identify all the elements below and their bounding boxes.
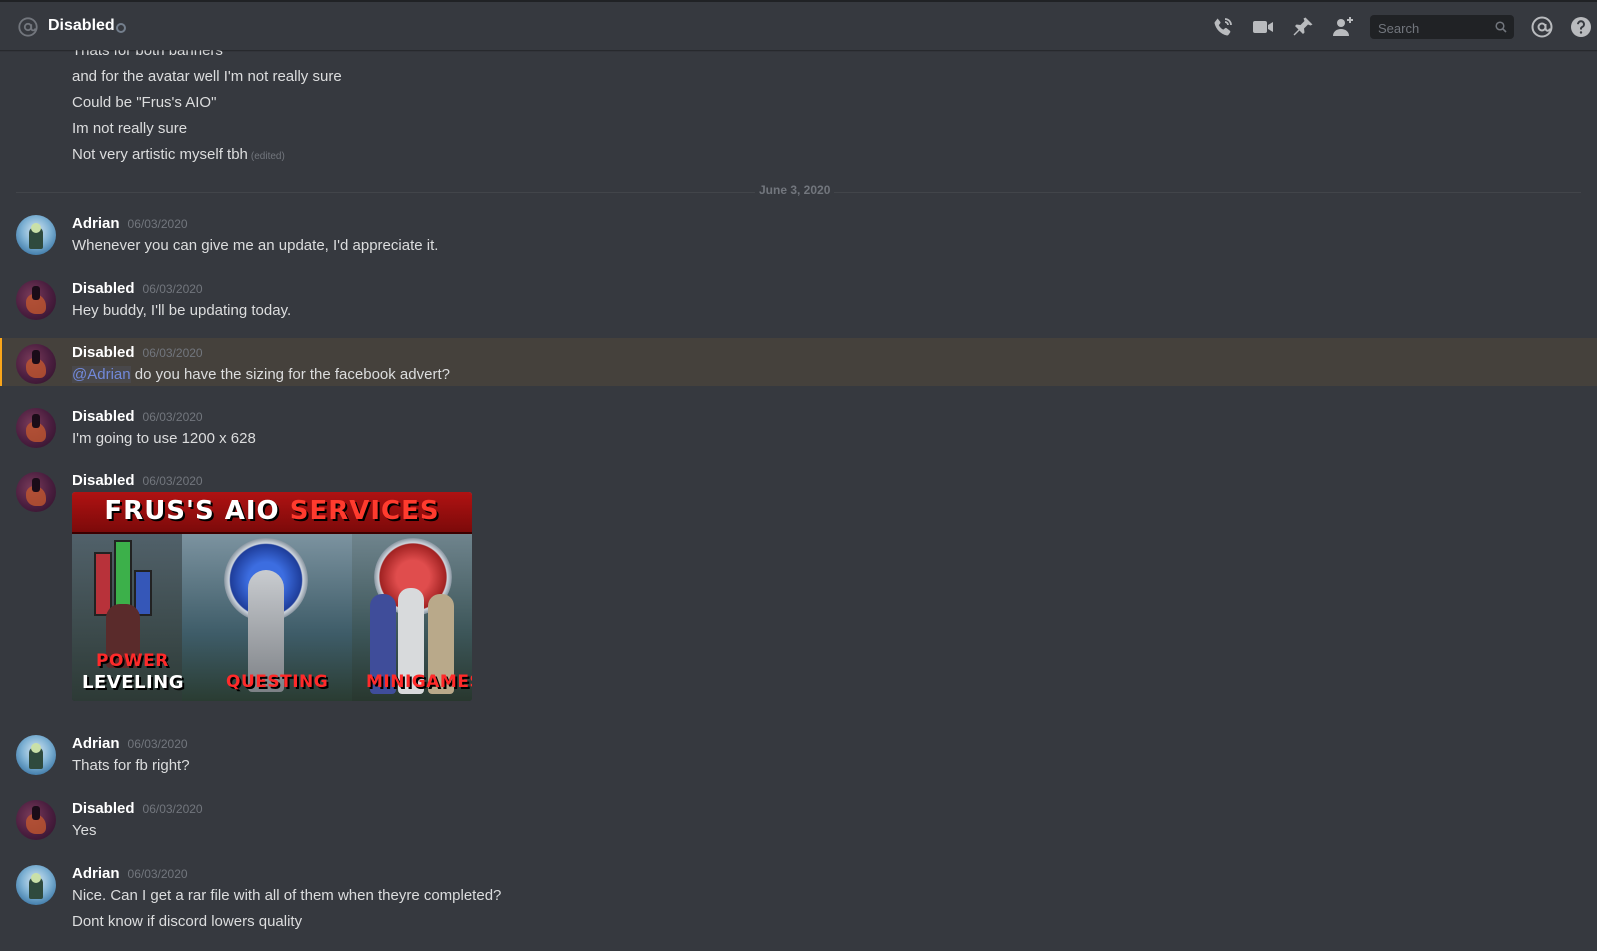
message: Disabled 06/03/2020 I'm going to use 1200…: [0, 408, 1597, 454]
edited-label: (edited): [250, 151, 285, 162]
search-icon: [1495, 21, 1507, 33]
message-list[interactable]: Thats for both banners and for the avata…: [0, 50, 1597, 951]
timestamp: 06/03/2020: [142, 410, 203, 424]
pin-icon[interactable]: [1291, 15, 1315, 39]
message-text-rest: do you have the sizing for the facebook …: [130, 366, 450, 383]
image-attachment[interactable]: FRUS'S AIO SERVICES POWER LEVELING QUEST…: [72, 492, 472, 701]
add-member-icon[interactable]: [1331, 15, 1355, 39]
offline-status-icon: [116, 23, 126, 33]
username[interactable]: Disabled: [72, 472, 135, 489]
avatar[interactable]: [16, 472, 56, 512]
mention-icon[interactable]: [1530, 15, 1554, 39]
channel-header: Disabled: [0, 0, 1597, 50]
message-line: Not very artistic myself tbh (edited): [72, 146, 285, 163]
username[interactable]: Adrian: [72, 865, 120, 882]
timestamp: 06/03/2020: [127, 867, 188, 881]
message-text: I'm going to use 1200 x 628: [72, 430, 256, 447]
message-line: Could be "Frus's AIO": [72, 94, 217, 111]
message: Adrian 06/03/2020 Thats for fb right?: [0, 735, 1597, 781]
message-text: Not very artistic myself tbh: [72, 146, 248, 163]
message-text: Nice. Can I get a rar file with all of t…: [72, 887, 502, 904]
message-text: Dont know if discord lowers quality: [72, 913, 303, 930]
timestamp: 06/03/2020: [142, 346, 203, 360]
message-text: @Adrian do you have the sizing for the f…: [72, 366, 450, 383]
channel-title: Disabled: [48, 17, 115, 34]
message-header: Adrian 06/03/2020: [72, 865, 188, 882]
help-icon[interactable]: [1569, 15, 1593, 39]
timestamp: 06/03/2020: [142, 474, 203, 488]
avatar[interactable]: [16, 865, 56, 905]
user-mention[interactable]: @Adrian: [72, 366, 131, 383]
message-header: Disabled 06/03/2020: [72, 472, 203, 489]
questing-label: QUESTING: [226, 672, 329, 692]
message-header: Adrian 06/03/2020: [72, 735, 188, 752]
username[interactable]: Disabled: [72, 800, 135, 817]
avatar[interactable]: [16, 344, 56, 384]
message-header: Disabled 06/03/2020: [72, 344, 203, 361]
avatar[interactable]: [16, 408, 56, 448]
message-header: Disabled 06/03/2020: [72, 408, 203, 425]
username[interactable]: Disabled: [72, 344, 135, 361]
message: Disabled 06/03/2020 Yes: [0, 800, 1597, 846]
message-text: Thats for fb right?: [72, 757, 190, 774]
message: Disabled 06/03/2020 FRUS'S AIO SERVICES: [0, 472, 1597, 712]
message: Disabled 06/03/2020 Hey buddy, I'll be up…: [0, 280, 1597, 326]
message-header: Disabled 06/03/2020: [72, 800, 203, 817]
timestamp: 06/03/2020: [127, 737, 188, 751]
avatar[interactable]: [16, 280, 56, 320]
username[interactable]: Disabled: [72, 408, 135, 425]
video-icon[interactable]: [1251, 15, 1275, 39]
message-mentioned: Disabled 06/03/2020 @Adrian do you have t…: [0, 338, 1597, 386]
username[interactable]: Adrian: [72, 215, 120, 232]
minigames-label: MINIGAMES: [366, 672, 472, 692]
avatar[interactable]: [16, 800, 56, 840]
message-line: and for the avatar well I'm not really s…: [72, 68, 342, 85]
banner-title: FRUS'S AIO SERVICES: [104, 496, 440, 526]
timestamp: 06/03/2020: [142, 282, 203, 296]
leveling-label: LEVELING: [82, 672, 184, 693]
message-line: Im not really sure: [72, 120, 188, 137]
power-label: POWER: [96, 651, 169, 671]
message: Adrian 06/03/2020 Nice. Can I get a rar f…: [0, 865, 1597, 945]
date-divider-label: June 3, 2020: [755, 183, 835, 197]
search-input[interactable]: [1376, 15, 1490, 41]
username[interactable]: Adrian: [72, 735, 120, 752]
message-header: Adrian 06/03/2020: [72, 215, 188, 232]
message-header: Disabled 06/03/2020: [72, 280, 203, 297]
message-text: Hey buddy, I'll be updating today.: [72, 302, 292, 319]
avatar[interactable]: [16, 215, 56, 255]
call-icon[interactable]: [1211, 15, 1235, 39]
at-icon: [18, 17, 38, 37]
message-line: Thats for both banners: [72, 50, 223, 59]
message: Adrian 06/03/2020 Whenever you can give m…: [0, 215, 1597, 261]
message-text: Whenever you can give me an update, I'd …: [72, 237, 439, 254]
username[interactable]: Disabled: [72, 280, 135, 297]
timestamp: 06/03/2020: [142, 802, 203, 816]
timestamp: 06/03/2020: [127, 217, 188, 231]
avatar[interactable]: [16, 735, 56, 775]
search-box[interactable]: [1370, 15, 1514, 41]
message-text: Yes: [72, 822, 97, 839]
